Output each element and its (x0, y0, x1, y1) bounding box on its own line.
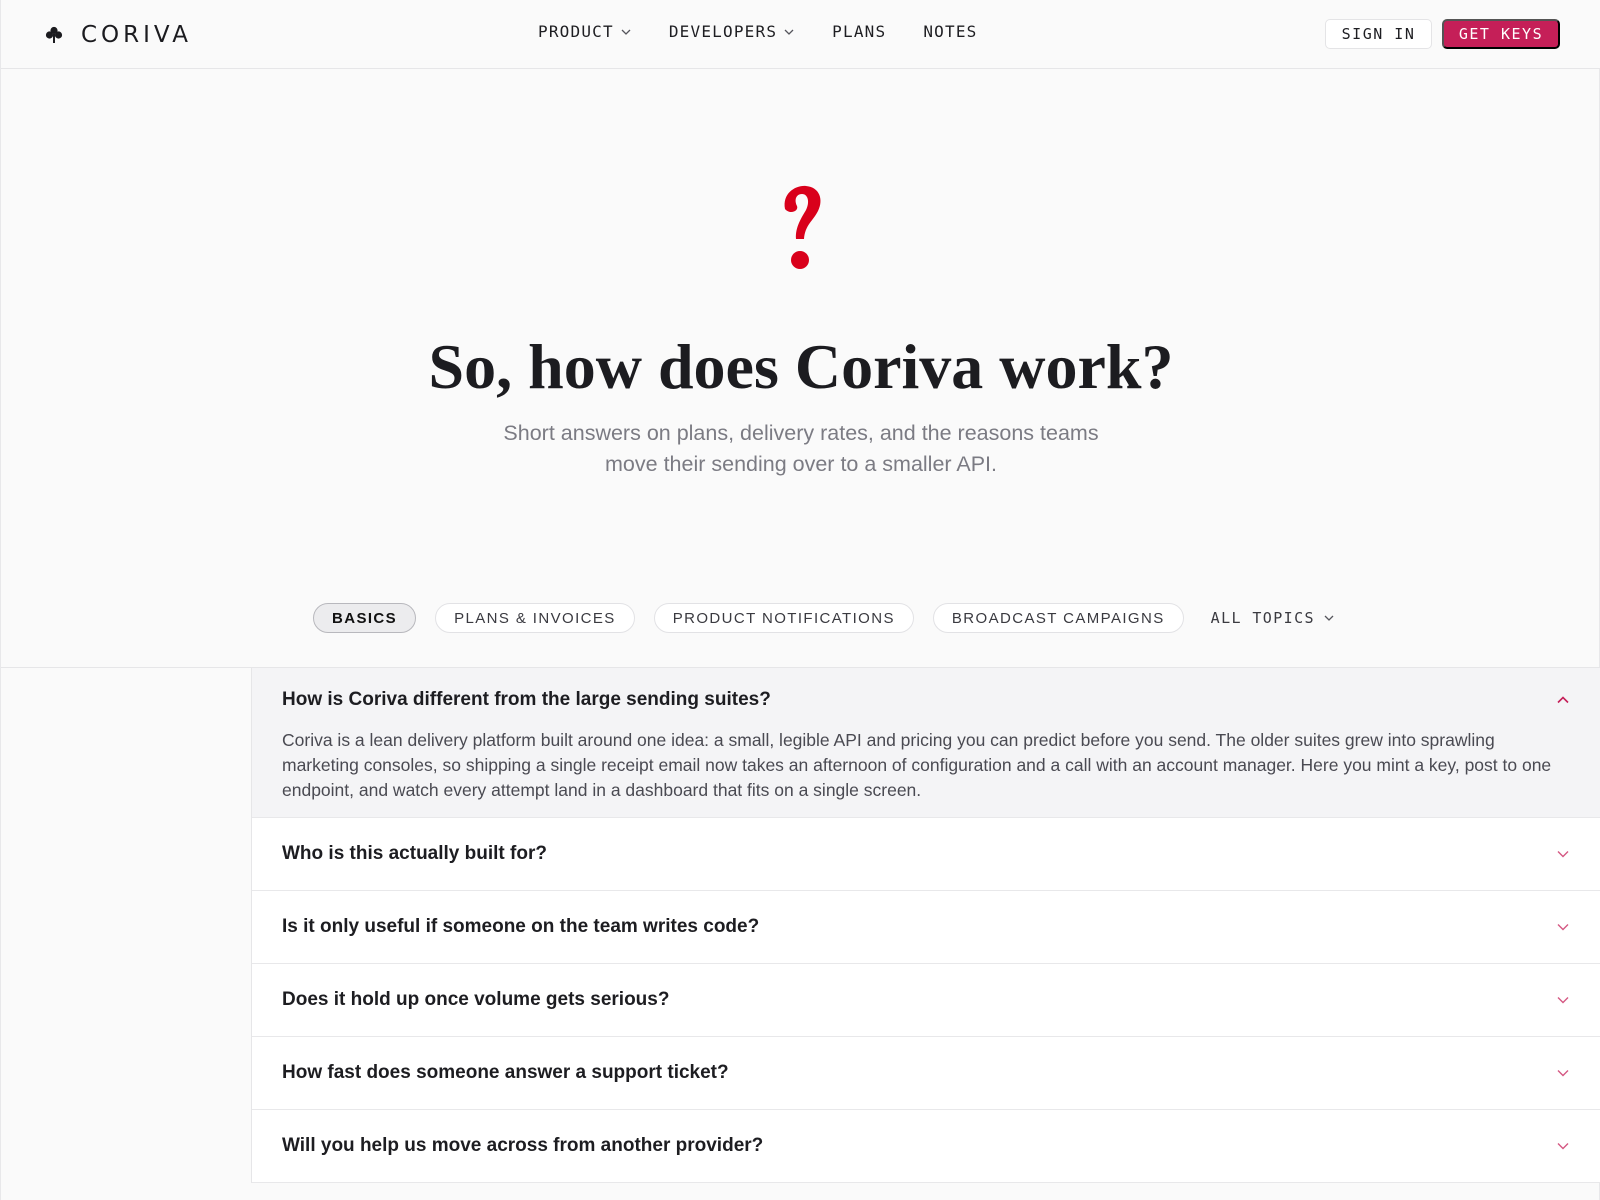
faq-item[interactable]: How fast does someone answer a support t… (252, 1037, 1600, 1110)
faq-answer: Coriva is a lean delivery platform built… (282, 730, 1552, 800)
faq-item[interactable]: Will you help us move across from anothe… (252, 1110, 1600, 1183)
faq-accordion: How is Coriva different from the large s… (251, 668, 1600, 1183)
chevron-down-icon[interactable] (1555, 846, 1571, 862)
nav-product[interactable]: PRODUCT (538, 22, 632, 41)
nav-product-label: PRODUCT (538, 22, 614, 41)
page-title: So, how does Coriva work? (428, 331, 1174, 402)
faq-question-row[interactable]: How fast does someone answer a support t… (252, 1037, 1600, 1109)
faq-question-row[interactable]: Is it only useful if someone on the team… (252, 891, 1600, 963)
chevron-up-icon[interactable] (1555, 692, 1571, 708)
chevron-down-icon[interactable] (1555, 1138, 1571, 1154)
faq-item[interactable]: Who is this actually built for? (252, 818, 1600, 891)
chevron-down-icon (1324, 615, 1334, 621)
topic-pill-plans-invoices[interactable]: PLANS & INVOICES (435, 603, 635, 633)
topic-pill-product-notifications[interactable]: PRODUCT NOTIFICATIONS (653, 603, 914, 633)
faq-item[interactable]: Is it only useful if someone on the team… (252, 891, 1600, 964)
faq-question: Does it hold up once volume gets serious… (282, 989, 670, 1010)
nav-developers[interactable]: DEVELOPERS (669, 22, 795, 41)
nav-developers-label: DEVELOPERS (668, 22, 778, 41)
all-topics-dropdown[interactable]: ALL TOPICS (1203, 603, 1335, 633)
faq-question-row[interactable]: Does it hold up once volume gets serious… (252, 964, 1600, 1036)
faq-question: Who is this actually built for? (282, 843, 547, 864)
faq-question: Is it only useful if someone on the team… (282, 916, 760, 937)
all-topics-label: ALL TOPICS (1210, 609, 1315, 627)
faq-question: How is Coriva different from the large s… (282, 689, 771, 710)
top-nav: CORIVA PRODUCT DEVELOPERS PLANS NOTES SI… (1, 0, 1600, 69)
nav-plans[interactable]: PLANS (832, 22, 886, 41)
clover-icon (45, 26, 63, 43)
chevron-down-icon (784, 29, 794, 35)
chevron-down-icon[interactable] (1555, 992, 1571, 1008)
sign-in-button[interactable]: SIGN IN (1325, 19, 1432, 49)
brand-logo[interactable]: CORIVA (45, 22, 192, 48)
brand-name: CORIVA (81, 22, 192, 48)
chevron-down-icon[interactable] (1555, 1065, 1571, 1081)
page-subtitle: Short answers on plans, delivery rates, … (503, 421, 1099, 476)
faq-question-row[interactable]: Who is this actually built for? (252, 818, 1600, 890)
faq-question-row[interactable]: How is Coriva different from the large s… (252, 668, 1600, 728)
faq-item[interactable]: Does it hold up once volume gets serious… (252, 964, 1600, 1037)
faq-question: Will you help us move across from anothe… (282, 1135, 764, 1156)
topic-filter: BASICS PLANS & INVOICES PRODUCT NOTIFICA… (313, 603, 1335, 633)
question-mark-icon (784, 185, 821, 269)
nav-notes-label: NOTES (923, 22, 978, 41)
get-keys-button[interactable]: GET KEYS (1442, 19, 1560, 49)
nav-notes[interactable]: NOTES (923, 22, 977, 41)
faq-question: How fast does someone answer a support t… (282, 1062, 729, 1083)
faq-question-row[interactable]: Will you help us move across from anothe… (252, 1110, 1600, 1182)
chevron-down-icon[interactable] (1555, 919, 1571, 935)
primary-nav: PRODUCT DEVELOPERS PLANS NOTES (538, 22, 978, 41)
nav-plans-label: PLANS (832, 22, 887, 41)
chevron-down-icon (621, 29, 631, 35)
faq-item[interactable]: How is Coriva different from the large s… (252, 668, 1600, 818)
topic-pill-broadcast-campaigns[interactable]: BROADCAST CAMPAIGNS (932, 603, 1184, 633)
topic-pill-basics[interactable]: BASICS (313, 603, 417, 633)
